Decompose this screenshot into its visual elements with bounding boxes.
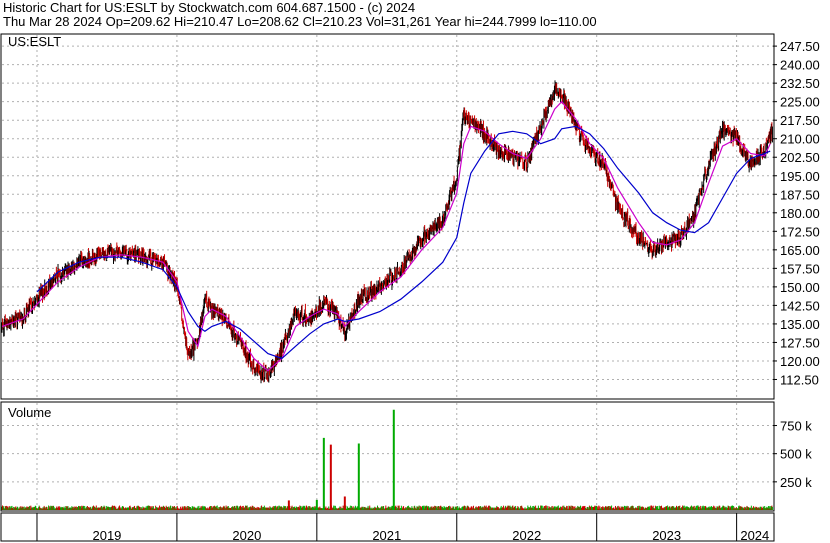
price-tick-label: 150.00 [780, 280, 820, 295]
chart-window: Historic Chart for US:ESLT by Stockwatch… [0, 0, 830, 543]
date-tick-label: 2024 [740, 528, 769, 543]
volume-axis-ticks: 750 k 500 k 250 k [773, 419, 812, 490]
volume-panel-title: Volume [8, 405, 52, 420]
price-tick-label: 210.00 [780, 132, 820, 147]
date-tick-label: 2020 [232, 528, 261, 543]
price-axis-ticks: 247.50 240.00 232.50 225.00 217.50 210.00 202.… [773, 39, 820, 387]
price-tick-label: 232.50 [780, 76, 820, 91]
volume-panel [0, 401, 775, 512]
date-tick-label: 2019 [92, 528, 121, 543]
price-tick-label: 135.00 [780, 317, 820, 332]
price-tick-label: 172.50 [780, 224, 820, 239]
price-tick-label: 165.00 [780, 243, 820, 258]
price-tick-label: 195.00 [780, 169, 820, 184]
price-tick-label: 157.50 [780, 261, 820, 276]
volume-tick-label: 750 k [780, 419, 812, 434]
price-tick-label: 225.00 [780, 95, 820, 110]
volume-tick-label: 250 k [780, 475, 812, 490]
price-tick-label: 240.00 [780, 58, 820, 73]
price-tick-label: 247.50 [780, 39, 820, 54]
date-tick-label: 2021 [372, 528, 401, 543]
price-tick-label: 187.50 [780, 187, 820, 202]
date-tick-label: 2023 [652, 528, 681, 543]
price-panel-title: US:ESLT [8, 34, 62, 49]
price-tick-label: 217.50 [780, 113, 820, 128]
price-tick-label: 180.00 [780, 206, 820, 221]
price-tick-label: 112.50 [780, 372, 819, 387]
price-tick-label: 202.50 [780, 150, 820, 165]
price-tick-label: 142.50 [780, 298, 820, 313]
chart-canvas: 247.50 240.00 232.50 225.00 217.50 210.00 202.… [0, 33, 820, 543]
price-tick-label: 120.00 [780, 354, 820, 369]
price-tick-label: 127.50 [780, 335, 820, 350]
volume-tick-label: 500 k [780, 447, 812, 462]
date-tick-label: 2022 [512, 528, 541, 543]
